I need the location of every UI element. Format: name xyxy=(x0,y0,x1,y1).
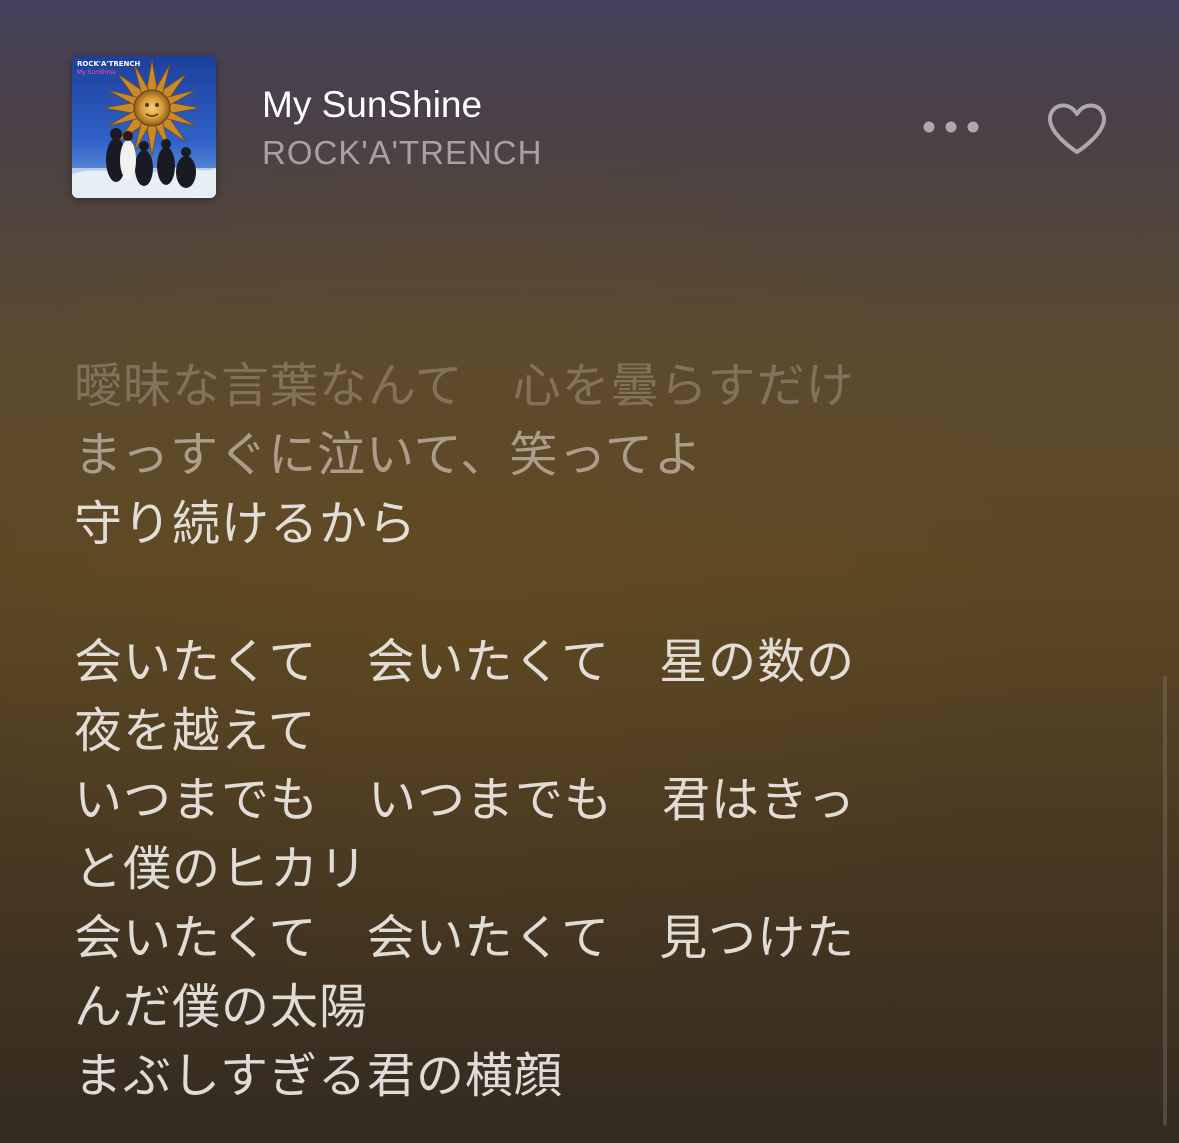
more-horizontal-icon xyxy=(923,121,979,133)
lyric-line[interactable]: まっすぐに泣いて、笑ってよ xyxy=(74,421,954,490)
lyric-line[interactable]: 会いたくて 会いたくて 見つけた xyxy=(74,904,954,973)
album-artwork[interactable]: ROCK'A'TRENCH My SunShine xyxy=(72,56,216,198)
artwork-band-text: ROCK'A'TRENCH xyxy=(77,60,141,68)
lyric-line[interactable]: んだ僕の太陽 xyxy=(74,973,954,1042)
track-title: My SunShine xyxy=(262,84,483,125)
album-artwork-image: ROCK'A'TRENCH My SunShine xyxy=(72,56,216,198)
artwork-title-text: My SunShine xyxy=(77,69,116,76)
lyrics-panel: 曖昧な言葉なんて 心を曇らすだけ まっすぐに泣いて、笑ってよ 守り続けるから 会… xyxy=(74,352,954,1111)
heart-outline-icon xyxy=(1048,103,1106,154)
lyric-line[interactable]: 曖昧な言葉なんて 心を曇らすだけ xyxy=(74,352,954,421)
lyrics-scrollbar[interactable] xyxy=(1163,676,1167,1126)
lyric-line[interactable]: まぶしすぎる君の横顔 xyxy=(74,1042,954,1111)
more-options-button[interactable] xyxy=(916,108,986,146)
lyric-line[interactable]: いつまでも いつまでも 君はきっ xyxy=(74,766,954,835)
lyric-line[interactable]: 夜を越えて xyxy=(74,697,954,766)
lyric-line[interactable]: 会いたくて 会いたくて 星の数の xyxy=(74,628,954,697)
lyric-line[interactable]: 守り続けるから xyxy=(74,490,954,559)
lyric-blank-line xyxy=(74,559,954,628)
track-artist[interactable]: ROCK'A'TRENCH xyxy=(262,134,542,172)
favorite-button[interactable] xyxy=(1040,96,1114,162)
lyric-line[interactable]: と僕のヒカリ xyxy=(74,835,954,904)
now-playing-header: ROCK'A'TRENCH My SunShine My SunShine RO… xyxy=(0,0,1179,230)
